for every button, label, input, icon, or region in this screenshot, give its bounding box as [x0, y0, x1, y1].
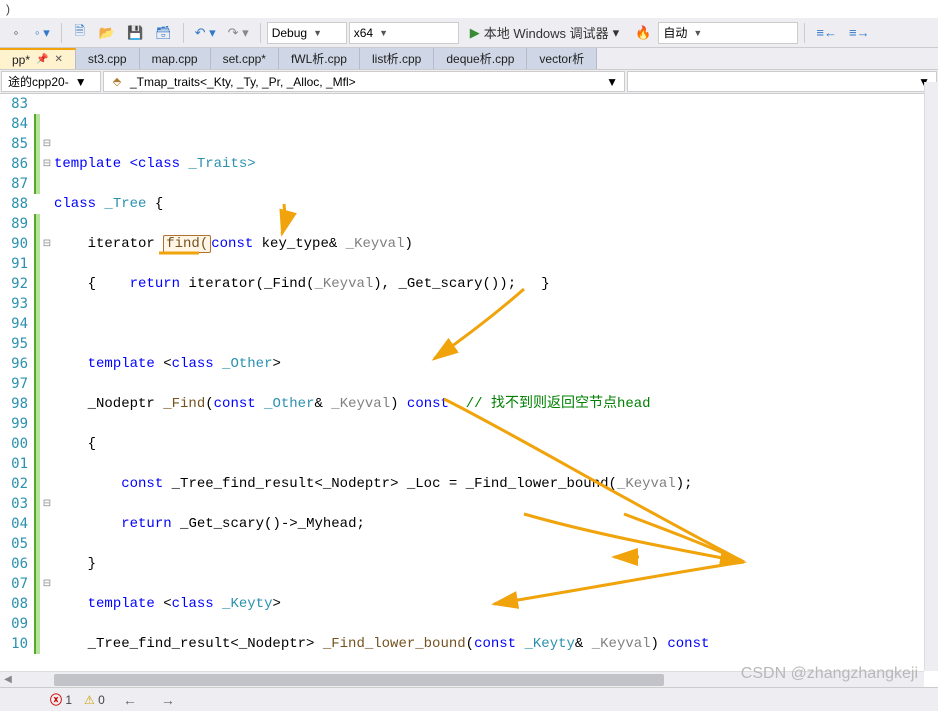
config-dropdown[interactable]: Debug▼ — [267, 22, 347, 44]
nav-fwd-button[interactable]: ◦ ▾ — [30, 21, 55, 45]
tab-vector[interactable]: vector析 — [527, 48, 597, 69]
watermark-text: CSDN @zhangzhangkeji — [741, 665, 918, 683]
save-button[interactable]: 💾 — [122, 21, 148, 45]
config-value: Debug — [272, 26, 307, 40]
scroll-left-icon[interactable]: ◀ — [0, 674, 16, 685]
warning-count: 0 — [98, 693, 105, 707]
warning-icon[interactable]: ⚠ — [84, 693, 95, 707]
prev-issue-button[interactable]: ← — [123, 692, 137, 708]
outdent-icon[interactable]: ≡← — [811, 21, 842, 45]
start-debug-button[interactable]: ▶ 本地 Windows 调试器 ▾ — [461, 21, 629, 45]
scope-selector[interactable]: 途的cpp20-▼ — [1, 71, 101, 92]
auto-value: 自动 — [663, 24, 687, 41]
tab-map[interactable]: map.cpp — [140, 48, 211, 69]
undo-button[interactable]: ↶ ▾ — [190, 21, 221, 45]
open-button[interactable]: 📂 — [94, 21, 120, 45]
error-icon[interactable]: ⓧ — [50, 693, 62, 707]
debug-label: 本地 Windows 调试器 — [484, 23, 609, 42]
tab-fwl[interactable]: fWL析.cpp — [279, 48, 360, 69]
find-highlight: find( — [163, 235, 211, 253]
hot-reload-icon[interactable]: 🔥 — [630, 21, 656, 45]
new-file-button[interactable]: 🗎 — [68, 21, 92, 45]
menu-remnant: ) — [0, 0, 938, 18]
tab-set[interactable]: set.cpp* — [211, 48, 279, 69]
type-selector[interactable]: ⬘ _Tmap_traits<_Kty, _Ty, _Pr, _Alloc, _… — [103, 71, 625, 92]
pin-icon[interactable]: 📌 — [36, 54, 48, 65]
tab-st3[interactable]: st3.cpp — [76, 48, 140, 69]
platform-value: x64 — [354, 26, 373, 40]
navigation-bar: 途的cpp20-▼ ⬘ _Tmap_traits<_Kty, _Ty, _Pr,… — [0, 70, 938, 94]
next-issue-button[interactable]: → — [161, 692, 175, 708]
platform-dropdown[interactable]: x64▼ — [349, 22, 459, 44]
line-numbers: 83848586878889 90919293949596 9798990001… — [0, 94, 34, 692]
play-icon: ▶ — [470, 25, 480, 41]
tab-active[interactable]: pp* 📌 ✕ — [0, 48, 76, 69]
annotation-arrows — [54, 94, 938, 664]
tab-deque[interactable]: deque析.cpp — [434, 48, 527, 69]
close-tab-icon[interactable]: ✕ — [54, 54, 62, 65]
document-tabs: pp* 📌 ✕ st3.cpp map.cpp set.cpp* fWL析.cp… — [0, 48, 938, 70]
redo-button[interactable]: ↷ ▾ — [223, 21, 254, 45]
auto-dropdown[interactable]: 自动▼ — [658, 22, 798, 44]
code-content[interactable]: template <class _Traits> class _Tree { i… — [54, 94, 938, 692]
indent-icon[interactable]: ≡→ — [844, 21, 875, 45]
status-bar: ⓧ 1 ⚠ 0 ← → — [0, 687, 938, 711]
member-selector[interactable]: ▼ — [627, 71, 937, 92]
main-toolbar: ◦ ◦ ▾ 🗎 📂 💾 🗃 ↶ ▾ ↷ ▾ Debug▼ x64▼ ▶ 本地 W… — [0, 18, 938, 48]
struct-icon: ⬘ — [110, 75, 124, 89]
save-all-button[interactable]: 🗃 — [150, 21, 177, 45]
vertical-scrollbar[interactable] — [924, 82, 938, 671]
tab-list[interactable]: list析.cpp — [360, 48, 434, 69]
scroll-thumb[interactable] — [54, 674, 664, 686]
nav-back-button[interactable]: ◦ — [4, 21, 28, 45]
fold-margin[interactable]: ⊟⊟ ⊟ ⊟ ⊟ — [40, 94, 54, 692]
code-editor[interactable]: 83848586878889 90919293949596 9798990001… — [0, 94, 938, 692]
error-count: 1 — [65, 693, 72, 707]
